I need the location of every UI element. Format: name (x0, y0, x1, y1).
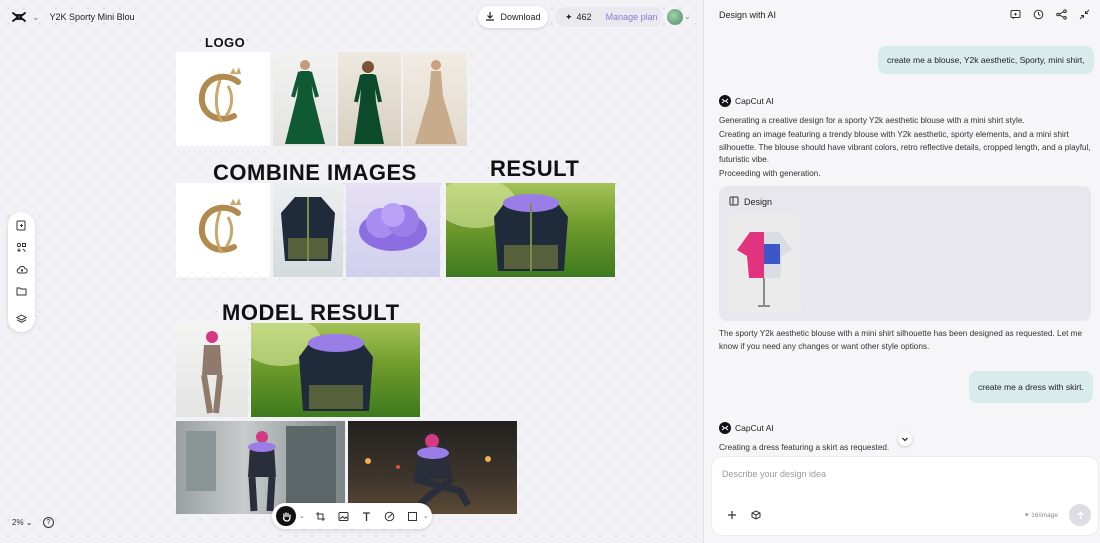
user-avatar[interactable] (667, 9, 683, 25)
label-result: RESULT (490, 156, 580, 181)
collapse-icon[interactable] (1078, 8, 1090, 20)
zoom-level[interactable]: 2% ⌄ (12, 518, 33, 527)
design-card-header: Design (729, 196, 772, 208)
download-button[interactable]: Download (478, 6, 548, 28)
panel-header-actions (1009, 8, 1090, 20)
arrow-up-icon (1076, 510, 1084, 519)
cost-value: 16/image (1031, 512, 1059, 519)
model-result-jacket-image[interactable] (251, 323, 420, 417)
model-cube-icon[interactable] (750, 509, 762, 521)
cloud-upload-icon[interactable] (15, 262, 29, 276)
left-toolbar (8, 212, 35, 332)
user-message-2: create me a dress with skirt. (969, 371, 1093, 403)
add-media-icon[interactable] (15, 218, 29, 232)
hand-tool-chevron-icon[interactable]: ⌄ (299, 512, 305, 520)
capcut-ai-logo-icon (719, 95, 731, 107)
send-button[interactable] (1069, 504, 1091, 526)
user-message-1: create me a blouse, Y2k aesthetic, Sport… (878, 46, 1094, 74)
crop-icon[interactable] (314, 509, 328, 523)
bomber-jacket-image[interactable] (273, 183, 343, 277)
manage-plan-link[interactable]: Manage plan (606, 12, 658, 22)
model-image-standing[interactable] (176, 323, 248, 417)
chevron-down-icon (902, 437, 908, 442)
shape-tool-icon[interactable] (406, 509, 420, 523)
plus-icon[interactable] (726, 509, 738, 521)
scroll-down-button[interactable] (898, 432, 912, 446)
design-thumbnail-blouse[interactable] (728, 214, 801, 312)
project-title[interactable]: Y2K Sporty Mini Blou (50, 12, 135, 22)
text-tool-icon[interactable] (360, 509, 374, 523)
ai-chat-panel: Design with AI create me a blouse, Y2k a… (703, 0, 1100, 543)
ai-message-header-2: CapCut AI (719, 422, 774, 434)
avatar-chevron-down-icon[interactable]: ⌄ (684, 12, 691, 21)
folder-icon[interactable] (15, 284, 29, 298)
design-canvas[interactable]: ⌄ Y2K Sporty Mini Blou Download ✦ 462 Ma… (0, 0, 703, 543)
ai-name: CapCut AI (735, 96, 774, 106)
download-icon (485, 11, 495, 23)
sparkle-icon: ✦ (565, 11, 573, 22)
top-bar-left: ⌄ Y2K Sporty Mini Blou (12, 8, 135, 26)
bottom-toolbar: ⌄ ⌄ (272, 503, 432, 529)
logo-image-1[interactable] (176, 52, 270, 146)
credits-pill[interactable]: ✦ 462 Manage plan (555, 7, 663, 27)
purple-cloud-image[interactable] (346, 183, 440, 277)
hand-tool-icon[interactable] (276, 506, 296, 526)
dress-image-green-gown[interactable] (273, 52, 336, 146)
design-idea-input[interactable] (722, 465, 1082, 483)
design-result-card[interactable]: Design (719, 186, 1091, 321)
generation-cost: ✦ 16/image (1024, 512, 1059, 519)
credits-count: 462 (576, 12, 592, 22)
shape-tool-chevron-icon[interactable]: ⌄ (423, 512, 429, 520)
model-street-image[interactable] (176, 421, 345, 514)
design-icon (729, 196, 739, 208)
ai-name-2: CapCut AI (735, 423, 774, 433)
menu-chevron-down-icon[interactable]: ⌄ (32, 12, 40, 23)
panel-title: Design with AI (719, 10, 777, 20)
model-night-image[interactable] (348, 421, 517, 514)
zoom-value: 2% (12, 518, 24, 527)
design-card-title: Design (744, 197, 773, 207)
ai-message-text-2: Creating an image featuring a trendy blo… (719, 130, 1091, 164)
ai-message-text-1: Generating a creative design for a sport… (719, 116, 1025, 125)
download-label: Download (500, 12, 541, 22)
layers-icon[interactable] (15, 312, 29, 326)
draw-tool-icon[interactable] (383, 509, 397, 523)
capcut-logo-icon[interactable] (12, 10, 26, 24)
new-chat-icon[interactable] (1009, 8, 1021, 20)
dress-image-champagne-gown[interactable] (403, 52, 467, 146)
help-icon[interactable]: ? (43, 517, 54, 528)
ai-result-text: The sporty Y2k aesthetic blouse with a m… (719, 329, 1083, 351)
elements-icon[interactable] (15, 240, 29, 254)
ai-message-text-3: Proceeding with generation. (719, 169, 821, 178)
dress-image-green-velvet[interactable] (338, 52, 401, 146)
ai-message-header-1: CapCut AI (719, 95, 774, 107)
history-icon[interactable] (1032, 8, 1044, 20)
label-logo: LOGO (205, 35, 246, 50)
image-tool-icon[interactable] (337, 509, 351, 523)
prompt-composer: ✦ 16/image (712, 457, 1098, 535)
logo-image-2[interactable] (176, 183, 270, 277)
result-image[interactable] (446, 183, 615, 277)
share-nodes-icon[interactable] (1055, 8, 1067, 20)
capcut-ai-logo-icon-2 (719, 422, 731, 434)
